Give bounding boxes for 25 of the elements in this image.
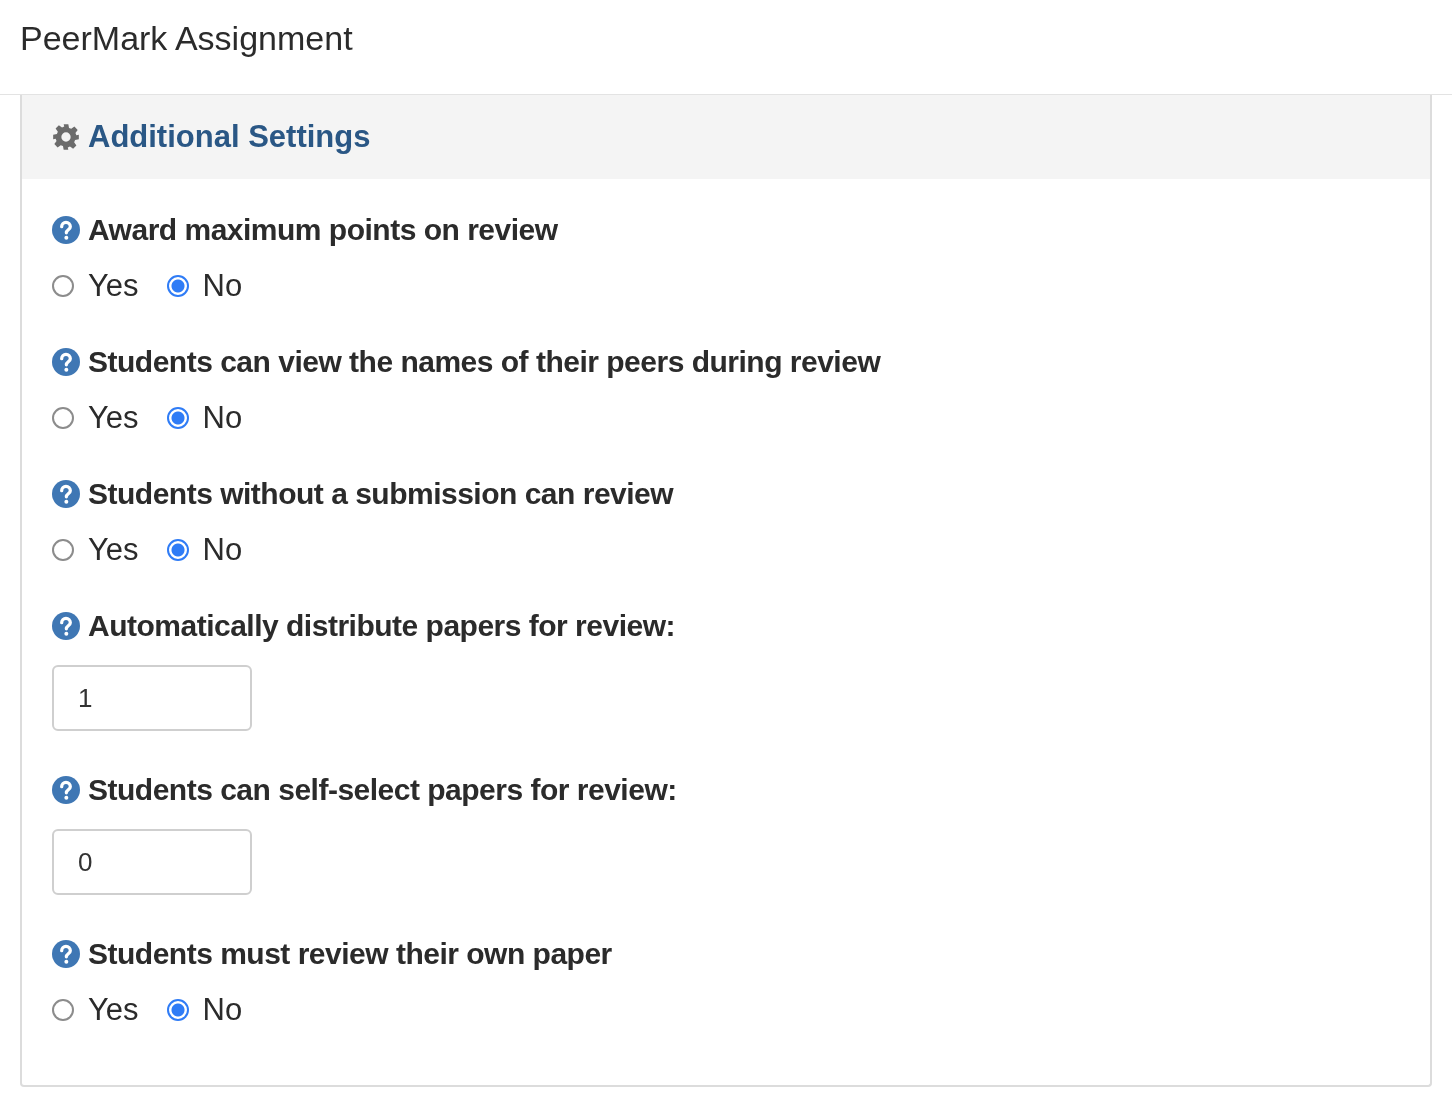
radio-option[interactable]: Yes	[52, 992, 139, 1028]
help-icon[interactable]	[52, 776, 80, 804]
help-icon[interactable]	[52, 612, 80, 640]
radio-option[interactable]: Yes	[52, 400, 139, 436]
setting-label: Award maximum points on review	[88, 213, 558, 247]
setting-label: Automatically distribute papers for review:	[88, 609, 675, 643]
setting-label: Students can view the names of their peers during review	[88, 345, 881, 379]
radio-option[interactable]: No	[166, 532, 243, 568]
radio-option[interactable]: No	[166, 400, 243, 436]
help-icon[interactable]	[52, 940, 80, 968]
page-title: PeerMark Assignment	[20, 18, 353, 59]
setting-label: Students can self-select papers for review:	[88, 773, 677, 807]
number-input[interactable]: 1	[52, 665, 252, 731]
gear-icon	[52, 123, 80, 151]
radio-option[interactable]: No	[166, 268, 243, 304]
help-icon[interactable]	[52, 348, 80, 376]
setting-label: Students without a submission can review	[88, 477, 674, 511]
help-icon[interactable]	[52, 216, 80, 244]
help-icon[interactable]	[52, 480, 80, 508]
panel-heading: Additional Settings	[88, 119, 371, 155]
radio-option[interactable]: No	[166, 992, 243, 1028]
number-input[interactable]: 0	[52, 829, 252, 895]
radio-option[interactable]: Yes	[52, 532, 139, 568]
radio-option[interactable]: Yes	[52, 268, 139, 304]
setting-label: Students must review their own paper	[88, 937, 612, 971]
